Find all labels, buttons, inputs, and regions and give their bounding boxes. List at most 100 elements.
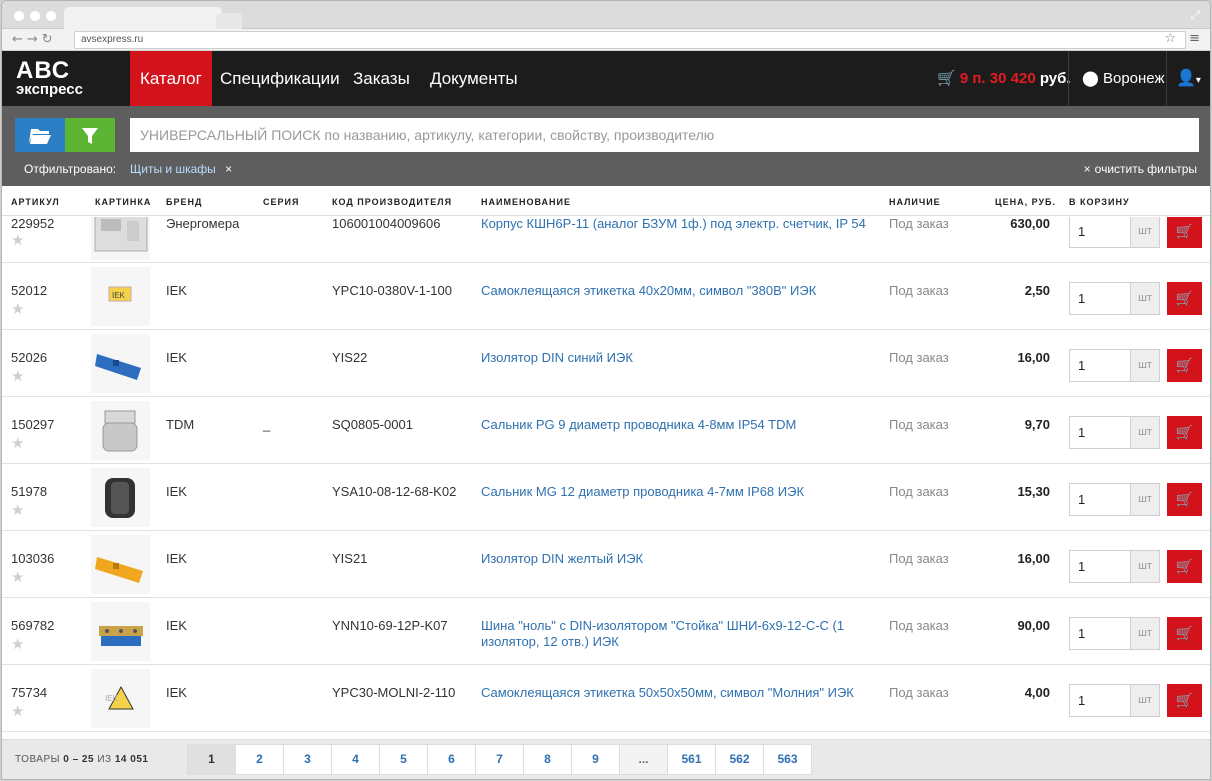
city-selector[interactable]: ⬤ Воронеж — [1082, 51, 1165, 106]
bookmark-star-icon[interactable]: ☆ — [1164, 31, 1176, 46]
product-name-link[interactable]: Изолятор DIN синий ИЭК — [481, 350, 876, 366]
column-brand[interactable]: БРЕНД — [166, 197, 202, 207]
unit-label: шт — [1130, 550, 1160, 583]
article-number: 569782 — [11, 618, 55, 633]
table-header: АРТИКУЛ КАРТИНКА БРЕНД СЕРИЯ КОД ПРОИЗВО… — [2, 186, 1210, 216]
remove-filter-icon[interactable]: × — [225, 162, 232, 176]
quantity-input[interactable]: 1 — [1069, 550, 1131, 583]
title-bar: ⤢ — [2, 1, 1210, 29]
page-button[interactable]: 7 — [475, 744, 524, 775]
page-button[interactable]: 1 — [187, 744, 236, 775]
filter-tag-label: Щиты и шкафы — [130, 162, 216, 176]
user-menu[interactable]: 👤▾ — [1176, 51, 1201, 108]
product-thumbnail[interactable] — [91, 602, 150, 661]
favorite-star-icon[interactable]: ★ — [11, 232, 24, 248]
article-number: 75734 — [11, 685, 48, 700]
price: 9,70 — [1024, 417, 1050, 432]
quantity-input[interactable]: 1 — [1069, 282, 1131, 315]
column-name[interactable]: НАИМЕНОВАНИЕ — [481, 197, 571, 207]
page-button[interactable]: 562 — [715, 744, 764, 775]
page-button[interactable]: 9 — [571, 744, 620, 775]
page-button[interactable]: 2 — [235, 744, 284, 775]
filter-tag[interactable]: Щиты и шкафы × — [130, 162, 232, 176]
column-price[interactable]: ЦЕНА, РУБ. — [995, 197, 1056, 207]
quantity-input[interactable]: 1 — [1069, 217, 1131, 248]
brand: Энергомера — [166, 217, 240, 231]
page-button[interactable]: 561 — [667, 744, 716, 775]
catalog-folder-button[interactable] — [15, 118, 65, 152]
quantity-input[interactable]: 1 — [1069, 416, 1131, 449]
product-thumbnail[interactable] — [91, 217, 150, 260]
page-button[interactable]: 5 — [379, 744, 428, 775]
browser-menu-icon[interactable]: ≡ — [1189, 31, 1200, 46]
add-to-cart-button[interactable]: 🛒 — [1167, 217, 1202, 248]
product-thumbnail[interactable] — [91, 468, 150, 527]
favorite-star-icon[interactable]: ★ — [11, 301, 24, 317]
favorite-star-icon[interactable]: ★ — [11, 435, 24, 451]
back-forward-reload-icons[interactable]: ←→↻ — [12, 32, 57, 47]
favorite-star-icon[interactable]: ★ — [11, 502, 24, 518]
site-logo[interactable]: АВС экспресс — [16, 59, 83, 98]
nav-catalog[interactable]: Каталог — [130, 51, 212, 106]
add-to-cart-button[interactable]: 🛒 — [1167, 416, 1202, 449]
page-button[interactable]: 563 — [763, 744, 812, 775]
column-code[interactable]: КОД ПРОИЗВОДИТЕЛЯ — [332, 197, 452, 207]
product-name-link[interactable]: Самоклеящаяся этикетка 50х50х50мм, симво… — [481, 685, 876, 701]
pagination-footer: ТОВАРЫ 0 – 25 ИЗ 14 051 1 2 3 4 5 6 7 8 9... 561 5… — [2, 739, 1210, 779]
add-to-cart-button[interactable]: 🛒 — [1167, 617, 1202, 650]
quantity-input[interactable]: 1 — [1069, 349, 1131, 382]
page-button[interactable]: 6 — [427, 744, 476, 775]
page-button[interactable]: 4 — [331, 744, 380, 775]
quantity-input[interactable]: 1 — [1069, 684, 1131, 717]
nav-orders[interactable]: Заказы — [343, 51, 420, 106]
favorite-star-icon[interactable]: ★ — [11, 703, 24, 719]
url-field[interactable]: avsexpress.ru — [74, 31, 1186, 49]
add-to-cart-button[interactable]: 🛒 — [1167, 483, 1202, 516]
availability: Под заказ — [889, 350, 949, 365]
product-name-link[interactable]: Изолятор DIN желтый ИЭК — [481, 551, 876, 567]
window-controls[interactable] — [14, 11, 56, 21]
favorite-star-icon[interactable]: ★ — [11, 368, 24, 384]
product-name-link[interactable]: Самоклеящаяся этикетка 40х20мм, символ "… — [481, 283, 876, 299]
product-name-link[interactable]: Шина "ноль" с DIN-изолятором "Стойка" ШН… — [481, 618, 876, 650]
universal-search-input[interactable]: УНИВЕРСАЛЬНЫЙ ПОИСК по названию, артикул… — [130, 118, 1199, 152]
logo-line2: экспресс — [16, 81, 83, 98]
column-availability[interactable]: НАЛИЧИЕ — [889, 197, 941, 207]
nav-specifications[interactable]: Спецификации — [210, 51, 350, 106]
expand-icon[interactable]: ⤢ — [1190, 8, 1200, 23]
manufacturer-code: YPC10-0380V-1-100 — [332, 283, 452, 298]
filter-button[interactable] — [65, 118, 115, 152]
clear-filters-button[interactable]: × очистить фильтры — [1084, 162, 1197, 176]
product-thumbnail[interactable] — [91, 401, 150, 460]
cart-summary[interactable]: 🛒 9 п. 30 420 руб. — [937, 51, 1071, 106]
page-button[interactable]: 3 — [283, 744, 332, 775]
add-to-cart-button[interactable]: 🛒 — [1167, 684, 1202, 717]
quantity-input[interactable]: 1 — [1069, 617, 1131, 650]
favorite-star-icon[interactable]: ★ — [11, 569, 24, 585]
brand: IEK — [166, 283, 187, 298]
add-to-cart-button[interactable]: 🛒 — [1167, 282, 1202, 315]
page-button[interactable]: 8 — [523, 744, 572, 775]
address-bar: ←→↻ avsexpress.ru ☆ ≡ — [2, 29, 1210, 51]
favorite-star-icon[interactable]: ★ — [11, 636, 24, 652]
top-navigation: АВС экспресс Каталог Спецификации Заказы… — [2, 51, 1210, 106]
add-to-cart-button[interactable]: 🛒 — [1167, 550, 1202, 583]
product-thumbnail[interactable] — [91, 334, 150, 393]
column-series[interactable]: СЕРИЯ — [263, 197, 299, 207]
product-thumbnail[interactable]: IEK — [91, 267, 150, 326]
new-tab-button[interactable] — [216, 13, 242, 29]
nav-documents[interactable]: Документы — [420, 51, 528, 106]
column-article[interactable]: АРТИКУЛ — [11, 197, 60, 207]
cart-icon: 🛒 — [1175, 424, 1194, 440]
product-name-link[interactable]: Сальник MG 12 диаметр проводника 4-7мм I… — [481, 484, 876, 500]
quantity-input[interactable]: 1 — [1069, 483, 1131, 516]
product-name-link[interactable]: Сальник PG 9 диаметр проводника 4-8мм IP… — [481, 417, 876, 433]
availability: Под заказ — [889, 618, 949, 633]
add-to-cart-button[interactable]: 🛒 — [1167, 349, 1202, 382]
product-name-link[interactable]: Корпус КШН6Р-11 (аналог БЗУМ 1ф.) под эл… — [481, 217, 876, 232]
cart-icon: 🛒 — [1175, 692, 1194, 708]
product-thumbnail[interactable] — [91, 535, 150, 594]
product-thumbnail[interactable]: IEK — [91, 669, 150, 728]
manufacturer-code: YSA10-08-12-68-K02 — [332, 484, 457, 499]
browser-tab[interactable] — [64, 7, 222, 29]
